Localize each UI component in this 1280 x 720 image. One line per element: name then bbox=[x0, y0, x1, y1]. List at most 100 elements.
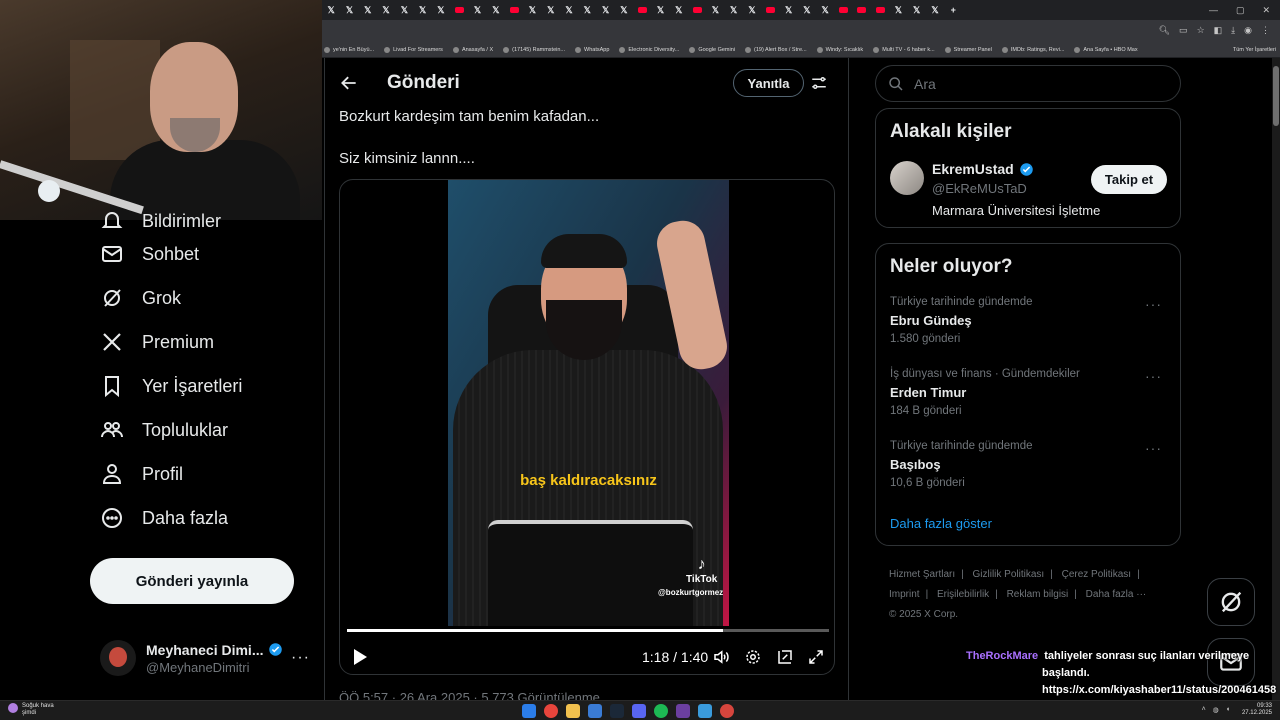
back-arrow-icon[interactable] bbox=[339, 73, 359, 93]
trend-more-icon[interactable]: ··· bbox=[1145, 440, 1162, 456]
browser-tab-x[interactable]: 𝕏 bbox=[670, 0, 688, 20]
menu-icon[interactable]: ⋮ bbox=[1261, 25, 1270, 36]
trend-item[interactable]: İş dünyası ve finans · Gündemdekiler Erd… bbox=[890, 368, 1170, 420]
browser-tab-x[interactable]: 𝕏 bbox=[908, 0, 926, 20]
browser-tab-youtube[interactable] bbox=[450, 0, 468, 20]
browser-tab-x[interactable]: 𝕏 bbox=[432, 0, 450, 20]
chevron-up-icon[interactable]: ˄ bbox=[1202, 706, 1206, 714]
play-icon[interactable] bbox=[352, 648, 368, 666]
discord-icon[interactable] bbox=[632, 704, 646, 718]
show-more-link[interactable]: Daha fazla göster bbox=[890, 516, 992, 531]
nav-premium[interactable]: Premium bbox=[90, 320, 320, 364]
bookmark-item[interactable]: IMDb: Ratings, Revi... bbox=[1001, 46, 1064, 53]
grok-floating-button[interactable] bbox=[1207, 578, 1255, 626]
trend-more-icon[interactable]: ··· bbox=[1145, 368, 1162, 384]
maximize-icon[interactable]: ▢ bbox=[1236, 5, 1245, 16]
account-switcher[interactable]: Meyhaneci Dimi... @MeyhaneDimitri ··· bbox=[100, 636, 320, 680]
video-player[interactable]: baş kaldıracaksınız ♪ TikTok @bozkurtgor… bbox=[339, 179, 835, 675]
profile-icon[interactable]: ◉ bbox=[1244, 25, 1252, 36]
bookmark-item[interactable]: (17145) Rammstein... bbox=[503, 46, 565, 53]
nav-communities[interactable]: Topluluklar bbox=[90, 408, 320, 452]
browser-tab-x[interactable]: 𝕏 bbox=[359, 0, 377, 20]
browser-tab-x[interactable]: 𝕏 bbox=[340, 0, 358, 20]
browser-tab-x[interactable]: 𝕏 bbox=[743, 0, 761, 20]
browser-tab-x[interactable]: 𝕏 bbox=[395, 0, 413, 20]
browser-tab-x[interactable]: 𝕏 bbox=[725, 0, 743, 20]
start-icon[interactable] bbox=[522, 704, 536, 718]
browser-tab-x[interactable]: 𝕏 bbox=[798, 0, 816, 20]
bookmark-item[interactable]: Windy: Sıcaklık bbox=[816, 46, 863, 53]
browser-tab-x[interactable]: 𝕏 bbox=[816, 0, 834, 20]
footer-link[interactable]: Erişilebilirlik bbox=[937, 589, 989, 600]
bookmark-item[interactable]: (19) Alert Box / Stre... bbox=[745, 46, 807, 53]
browser-tab-youtube[interactable] bbox=[853, 0, 871, 20]
app-icon[interactable] bbox=[676, 704, 690, 718]
weather-widget[interactable]: Soğuk hava şimdi bbox=[8, 703, 54, 717]
chrome-icon[interactable] bbox=[544, 704, 558, 718]
bookmark-item[interactable]: Multi TV - 6 haber k... bbox=[873, 46, 935, 53]
browser-tab-x[interactable]: 𝕏 bbox=[615, 0, 633, 20]
browser-tab-x[interactable]: 𝕏 bbox=[542, 0, 560, 20]
browser-tab-x[interactable]: 𝕏 bbox=[926, 0, 944, 20]
nav-chat[interactable]: Sohbet bbox=[90, 232, 320, 276]
bookmark-item[interactable]: Anasayfa / X bbox=[452, 46, 493, 53]
footer-link[interactable]: Daha fazla ··· bbox=[1086, 589, 1147, 600]
new-tab-icon[interactable]: + bbox=[944, 0, 962, 20]
account-more-icon[interactable]: ··· bbox=[291, 649, 310, 667]
trend-item[interactable]: Türkiye tarihinde gündemde Ebru Gündeş 1… bbox=[890, 296, 1170, 348]
spotify-icon[interactable] bbox=[654, 704, 668, 718]
bookmark-item[interactable]: Electronic Diversity... bbox=[619, 46, 679, 53]
nav-profile[interactable]: Profil bbox=[90, 452, 320, 496]
nav-bookmarks[interactable]: Yer İşaretleri bbox=[90, 364, 320, 408]
obs-icon[interactable] bbox=[720, 704, 734, 718]
footer-link[interactable]: Imprint bbox=[889, 589, 920, 600]
steam-icon[interactable] bbox=[610, 704, 624, 718]
browser-tab-x[interactable]: 𝕏 bbox=[322, 0, 340, 20]
browser-tab-youtube[interactable] bbox=[871, 0, 889, 20]
video-progress-bar[interactable] bbox=[347, 629, 829, 632]
browser-tab-x[interactable]: 𝕏 bbox=[377, 0, 395, 20]
bookmark-item[interactable]: ye'nin En Büyü... bbox=[324, 46, 374, 53]
browser-tab-x[interactable]: 𝕏 bbox=[578, 0, 596, 20]
all-bookmarks[interactable]: Tüm Yer İşaretleri bbox=[1233, 47, 1280, 53]
footer-link[interactable]: Çerez Politikası bbox=[1062, 569, 1131, 580]
clock[interactable]: 09:33 27.12.2025 bbox=[1242, 703, 1272, 717]
browser-tab-x[interactable]: 𝕏 bbox=[596, 0, 614, 20]
search-input[interactable] bbox=[914, 75, 1164, 92]
browser-tab-x[interactable]: 𝕏 bbox=[413, 0, 431, 20]
nav-grok[interactable]: Grok bbox=[90, 276, 320, 320]
folder-icon[interactable] bbox=[566, 704, 580, 718]
browser-tab-x[interactable]: 𝕏 bbox=[487, 0, 505, 20]
volume-icon[interactable]: ◖ bbox=[1226, 706, 1230, 714]
post-button[interactable]: Gönderi yayınla bbox=[90, 558, 294, 604]
page-scrollbar[interactable] bbox=[1272, 58, 1280, 700]
download-icon[interactable]: ⤓ bbox=[1231, 25, 1235, 36]
nav-notifications[interactable]: Bildirimler bbox=[90, 210, 320, 232]
bookmark-item[interactable]: Streamer Panel bbox=[944, 46, 992, 53]
browser-tab-youtube[interactable] bbox=[633, 0, 651, 20]
filter-icon[interactable] bbox=[810, 74, 828, 92]
browser-tab-x[interactable]: 𝕏 bbox=[468, 0, 486, 20]
nav-more[interactable]: Daha fazla bbox=[90, 496, 320, 540]
close-window-icon[interactable]: ✕ bbox=[1262, 5, 1270, 16]
browser-tab-x[interactable]: 𝕏 bbox=[779, 0, 797, 20]
app-icon[interactable] bbox=[698, 704, 712, 718]
trend-item[interactable]: Türkiye tarihinde gündemde Başıboş 10,6 … bbox=[890, 440, 1170, 492]
follow-button[interactable]: Takip et bbox=[1091, 165, 1167, 194]
bookmark-item[interactable]: Livad For Streamers bbox=[384, 46, 443, 53]
settings-gear-icon[interactable] bbox=[744, 648, 762, 666]
network-icon[interactable]: ◍ bbox=[1213, 706, 1219, 714]
picture-in-picture-icon[interactable] bbox=[776, 648, 794, 666]
footer-link[interactable]: Hizmet Şartları bbox=[889, 569, 955, 580]
browser-tab-youtube[interactable] bbox=[505, 0, 523, 20]
browser-tab-x[interactable]: 𝕏 bbox=[651, 0, 669, 20]
bookmark-item[interactable]: Google Gemini bbox=[689, 46, 735, 53]
fullscreen-icon[interactable] bbox=[807, 648, 825, 666]
minimize-icon[interactable]: — bbox=[1209, 5, 1218, 16]
browser-tab-youtube[interactable] bbox=[688, 0, 706, 20]
trend-more-icon[interactable]: ··· bbox=[1145, 296, 1162, 312]
extensions-icon[interactable]: ◧ bbox=[1214, 25, 1223, 36]
reply-button[interactable]: Yanıtla bbox=[733, 69, 804, 97]
browser-tab-youtube[interactable] bbox=[761, 0, 779, 20]
star-icon[interactable]: ☆ bbox=[1197, 25, 1205, 36]
